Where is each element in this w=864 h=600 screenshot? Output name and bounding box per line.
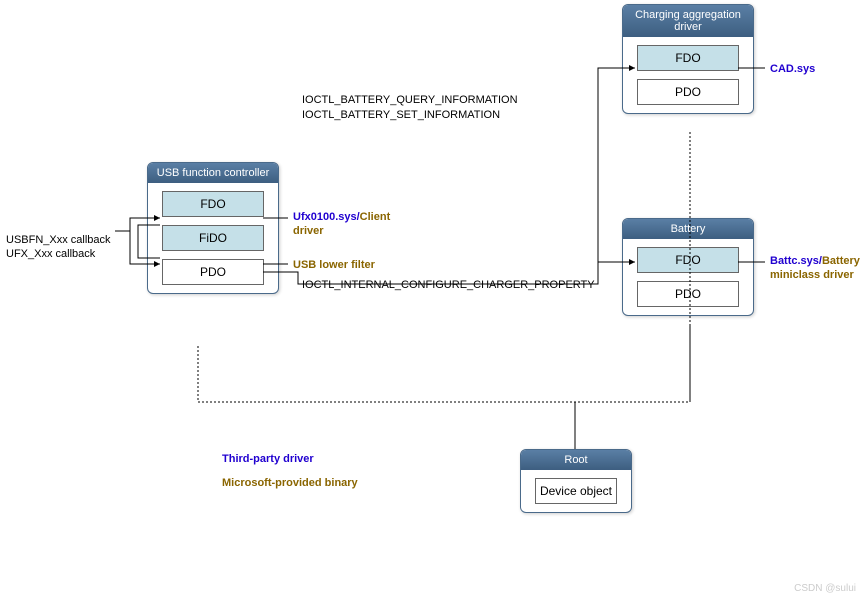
callbacks-label: USBFN_Xxx callback UFX_Xxx callback (6, 233, 111, 262)
root-device-object: Device object (535, 478, 617, 504)
usbfn-callback-text: USBFN_Xxx callback (6, 233, 111, 247)
ioctl-query-label: IOCTL_BATTERY_QUERY_INFORMATION (302, 93, 518, 107)
battery-fdo: FDO (637, 247, 739, 273)
usb-lower-filter-label: USB lower filter (293, 258, 375, 272)
usb-fc-fido: FiDO (162, 225, 264, 251)
battery-box: Battery FDO PDO (622, 218, 754, 316)
third-party-label: Third-party driver (222, 452, 314, 466)
charging-agg-title: Charging aggregation driver (623, 5, 753, 37)
charging-agg-fdo: FDO (637, 45, 739, 71)
battery-title: Battery (623, 219, 753, 239)
usb-fc-pdo: PDO (162, 259, 264, 285)
charging-aggregation-box: Charging aggregation driver FDO PDO (622, 4, 754, 114)
ufx-text: Ufx0100.sys/ (293, 211, 360, 223)
ufx-callback-text: UFX_Xxx callback (6, 247, 111, 261)
ms-provided-label: Microsoft-provided binary (222, 476, 358, 490)
battery-pdo: PDO (637, 281, 739, 307)
watermark: CSDN @sului (794, 583, 856, 594)
charging-agg-pdo: PDO (637, 79, 739, 105)
battc-label: Battc.sys/Battery miniclass driver (770, 254, 860, 283)
cad-sys-label: CAD.sys (770, 62, 815, 76)
ufx-label: Ufx0100.sys/Client driver (293, 210, 403, 239)
root-box: Root Device object (520, 449, 632, 513)
usb-fc-fdo: FDO (162, 191, 264, 217)
ioctl-charger-label: IOCTL_INTERNAL_CONFIGURE_CHARGER_PROPERT… (302, 278, 595, 292)
usb-fc-box: USB function controller FDO FiDO PDO (147, 162, 279, 294)
ioctl-set-label: IOCTL_BATTERY_SET_INFORMATION (302, 108, 500, 122)
battc-sys-text: Battc.sys/ (770, 255, 822, 267)
root-title: Root (521, 450, 631, 470)
usb-fc-title: USB function controller (148, 163, 278, 183)
